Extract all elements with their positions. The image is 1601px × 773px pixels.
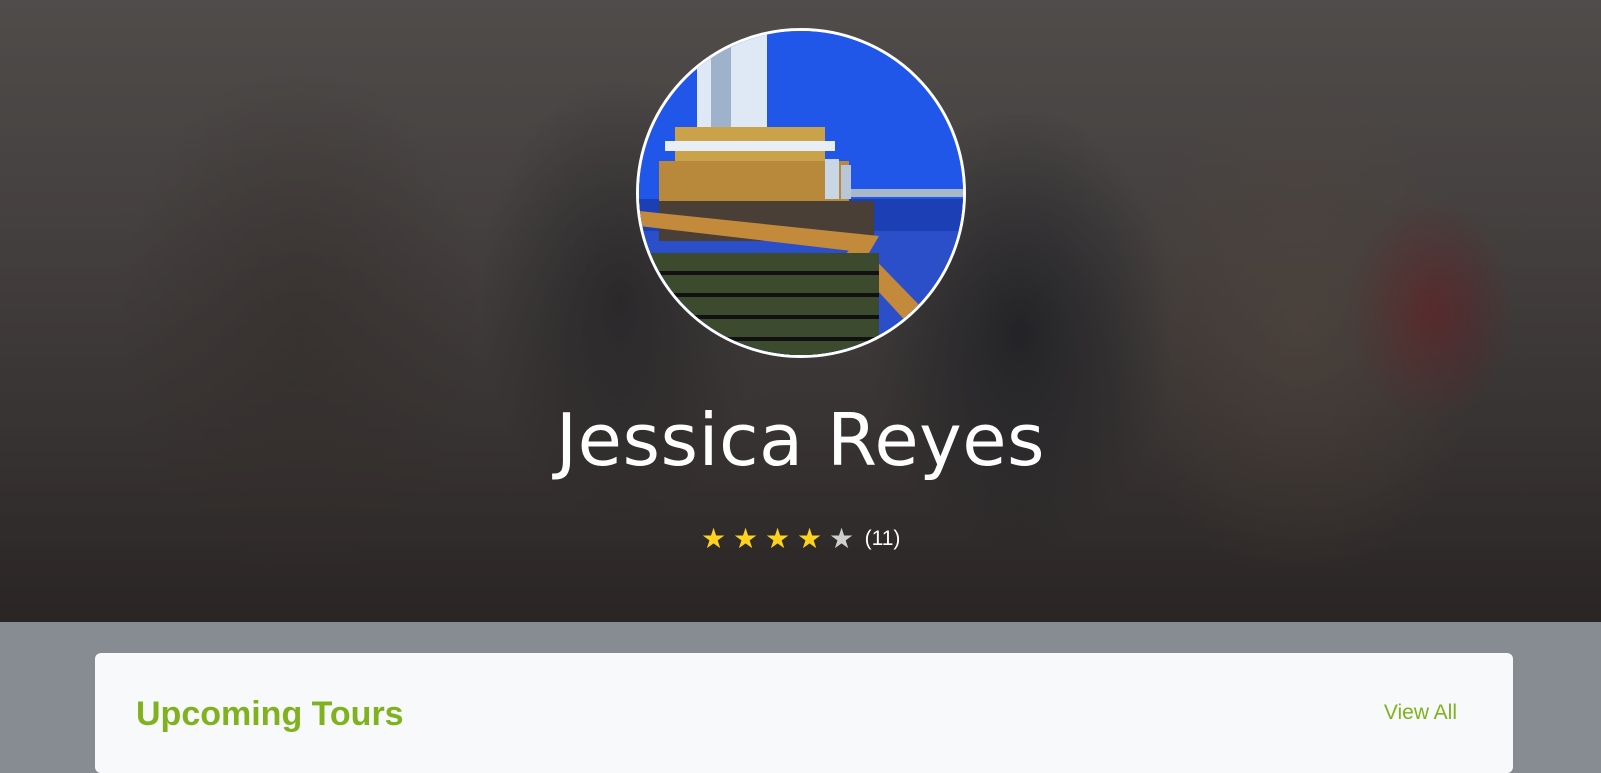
hero-banner: Jessica Reyes ★ ★ ★ ★ ★ (11) (0, 0, 1601, 622)
star-icon: ★ (765, 523, 791, 554)
avatar-photo (639, 31, 963, 355)
profile-avatar (636, 28, 966, 358)
view-all-link[interactable]: View All (1384, 701, 1457, 725)
section-title: Upcoming Tours (136, 695, 404, 733)
star-icon: ★ (733, 523, 759, 554)
profile-rating: ★ ★ ★ ★ ★ (11) (0, 524, 1601, 554)
upcoming-tours-panel: Upcoming Tours View All (95, 653, 1513, 773)
star-empty-icon: ★ (829, 523, 855, 554)
star-icon: ★ (701, 523, 727, 554)
rating-count: (11) (864, 527, 901, 550)
star-icon: ★ (797, 523, 823, 554)
profile-name: Jessica Reyes (555, 398, 1046, 482)
